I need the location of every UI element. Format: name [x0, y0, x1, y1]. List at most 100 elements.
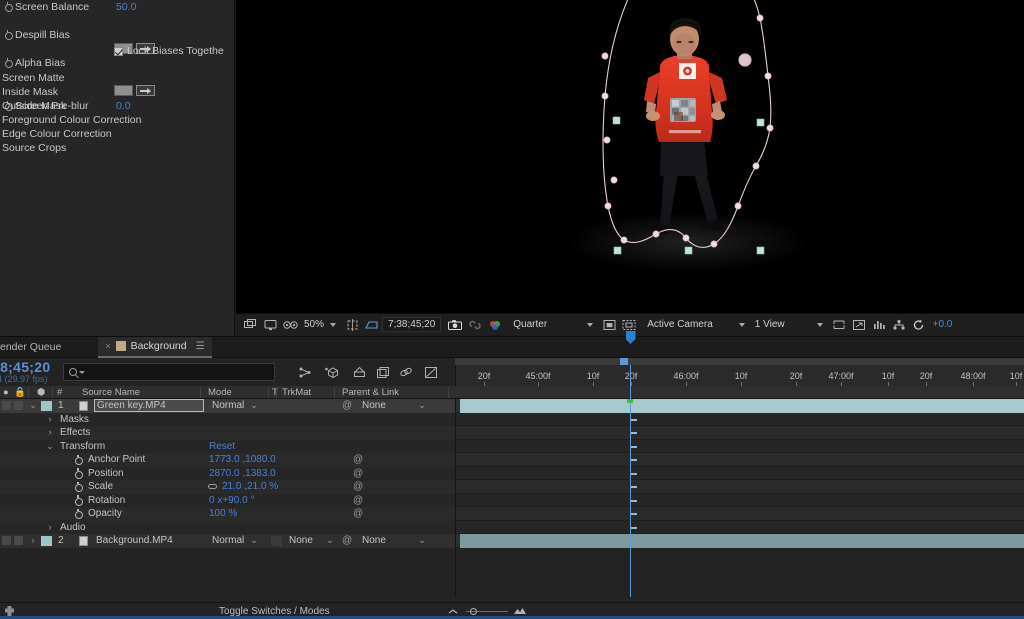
camera-dropdown-icon[interactable] [739, 323, 745, 327]
reset-link[interactable]: Reset [209, 441, 235, 452]
property-group-row-masks[interactable]: ›Masks [0, 413, 455, 427]
property-value[interactable]: 2870.0 ,1383.0 [209, 468, 276, 479]
track-row-property[interactable] [456, 467, 1024, 481]
expand-twirl-icon[interactable]: › [46, 522, 54, 532]
resolution-value[interactable]: Quarter [505, 319, 551, 330]
stopwatch-icon[interactable] [2, 29, 15, 41]
effect-group-outside-mask[interactable]: Outside Mask [0, 99, 66, 113]
link-constrain-icon[interactable] [208, 484, 217, 489]
property-row-scale[interactable]: Scale21.0 ,21.0 %@ [0, 480, 455, 494]
current-time-display[interactable]: 38;45;20 [0, 359, 50, 375]
enable-frame-blending-icon[interactable] [322, 363, 340, 381]
preserve-transparency-toggle[interactable] [271, 401, 282, 411]
expand-twirl-icon[interactable]: ⌄ [29, 400, 37, 411]
effect-group-screen-matte[interactable]: Screen Matte [0, 71, 64, 85]
stopwatch-icon[interactable] [2, 1, 15, 13]
track-row-property[interactable] [456, 507, 1024, 521]
effect-group-inside-mask[interactable]: Inside Mask [0, 85, 58, 99]
effect-group-foreground-colour-correction[interactable]: Foreground Colour Correction [0, 113, 141, 127]
shy-icon[interactable] [296, 363, 314, 381]
exposure-value[interactable]: +0.0 [929, 319, 953, 330]
expand-twirl-icon[interactable]: ⌄ [46, 441, 54, 452]
time-ruler[interactable]: 20f45:00f10f20f46:00f10f20f47:00f10f20f4… [455, 365, 1024, 386]
timeline-zoom-knob[interactable] [470, 608, 477, 615]
camera-value[interactable]: Active Camera [639, 319, 717, 330]
expression-pickwhip-icon[interactable]: @ [353, 482, 363, 492]
track-row-property[interactable] [456, 440, 1024, 454]
close-icon[interactable]: × [105, 341, 110, 351]
audio-toggle-icon[interactable] [14, 536, 23, 545]
column-header-parent-link[interactable]: Parent & Link [342, 387, 399, 398]
track-row-property[interactable] [456, 494, 1024, 508]
property-row-opacity[interactable]: Opacity100 %@ [0, 507, 455, 521]
timeline-panel[interactable]: ender Queue × Background ☰ 38;45;20 44 (… [0, 336, 1024, 619]
effect-group-edge-colour-correction[interactable]: Edge Colour Correction [0, 127, 112, 141]
views-dropdown-icon[interactable] [817, 323, 823, 327]
checkbox-icon[interactable] [114, 47, 123, 56]
track-row-property[interactable] [456, 413, 1024, 427]
parent-link-value[interactable]: None [362, 535, 386, 546]
expand-twirl-icon[interactable]: › [46, 427, 54, 437]
main-viewer-icon[interactable] [260, 316, 280, 334]
blend-mode-chevron-icon[interactable]: ⌄ [250, 400, 258, 411]
label-colour-swatch[interactable] [41, 536, 52, 546]
tab-render-queue[interactable]: ender Queue [0, 337, 68, 358]
property-value[interactable]: 21.0 ,21.0 % [222, 481, 278, 492]
blend-mode-chevron-icon[interactable]: ⌄ [250, 535, 258, 546]
property-group-row-audio[interactable]: ›Audio [0, 521, 455, 535]
effect-property-alpha-bias[interactable]: Alpha Bias [0, 56, 234, 70]
column-header--[interactable]: # [57, 387, 62, 398]
stopwatch-icon[interactable] [74, 455, 83, 464]
property-value[interactable]: 100 % [209, 508, 237, 519]
layer-source-name[interactable]: Green key.MP4 [94, 399, 204, 412]
parent-pickwhip-icon[interactable]: @ [342, 401, 352, 411]
region-of-interest-icon[interactable] [342, 316, 362, 334]
video-toggle-icon[interactable] [2, 401, 11, 410]
eyedropper-icon[interactable] [136, 85, 155, 96]
show-snapshot-icon[interactable] [465, 316, 485, 334]
timeline-tracks[interactable] [455, 399, 1024, 597]
video-toggle-icon[interactable] [2, 536, 11, 545]
composition-viewer[interactable] [236, 0, 1024, 313]
parent-pickwhip-icon[interactable]: @ [342, 536, 352, 546]
column-header-source-name[interactable]: Source Name [82, 387, 140, 398]
comp-histogram-icon[interactable] [869, 316, 889, 334]
3d-renderer-icon[interactable] [280, 316, 300, 334]
always-preview-this-view-icon[interactable] [240, 316, 260, 334]
expression-pickwhip-icon[interactable]: @ [353, 469, 363, 479]
work-area-start-handle[interactable] [620, 358, 628, 365]
stopwatch-icon[interactable] [74, 469, 83, 478]
show-channel-icon[interactable] [485, 316, 505, 334]
track-row-property[interactable] [456, 480, 1024, 494]
graph-editor-icon[interactable] [374, 363, 392, 381]
grid-guides-icon[interactable] [829, 316, 849, 334]
preserve-transparency-toggle[interactable] [271, 536, 282, 546]
property-value[interactable]: 0 x+90.0 ° [209, 495, 254, 506]
color-swatch[interactable] [114, 85, 133, 96]
parent-chevron-icon[interactable]: ⌄ [418, 535, 426, 546]
transparency-grid-icon[interactable] [362, 316, 382, 334]
parent-link-value[interactable]: None [362, 400, 386, 411]
toggle-alpha-boundary-icon[interactable] [619, 316, 639, 334]
toggle-mask-visibility-icon[interactable] [599, 316, 619, 334]
search-input[interactable] [63, 363, 275, 381]
layer-blend-mode[interactable]: Normal [212, 400, 244, 411]
property-group-row-transform[interactable]: ⌄TransformReset [0, 440, 455, 454]
property-row-rotation[interactable]: Rotation0 x+90.0 °@ [0, 494, 455, 508]
track-row-layer[interactable] [456, 534, 1024, 548]
reset-exposure-icon[interactable] [909, 316, 929, 334]
stopwatch-icon[interactable] [74, 509, 83, 518]
viewer-timecode[interactable]: 7;38;45;20 [382, 317, 441, 332]
magnification-dropdown-icon[interactable] [330, 323, 336, 327]
views-value[interactable]: 1 View [751, 319, 789, 330]
track-matte-chevron-icon[interactable]: ⌄ [326, 535, 334, 546]
resolution-dropdown-icon[interactable] [587, 323, 593, 327]
parent-chevron-icon[interactable]: ⌄ [418, 400, 426, 411]
expression-pickwhip-icon[interactable]: @ [353, 509, 363, 519]
layer-source-name[interactable]: Background.MP4 [96, 535, 173, 546]
timeline-column-headers[interactable]: ● 🔒 ⬢ #Source NameModeTTrkMatParent & Li… [0, 386, 1024, 399]
lock-biases-together-checkbox[interactable]: Lock Biases Togethe [114, 45, 224, 57]
effect-group-source-crops[interactable]: Source Crops [0, 141, 66, 155]
expression-pickwhip-icon[interactable]: @ [353, 455, 363, 465]
column-header-mode[interactable]: Mode [208, 387, 232, 398]
